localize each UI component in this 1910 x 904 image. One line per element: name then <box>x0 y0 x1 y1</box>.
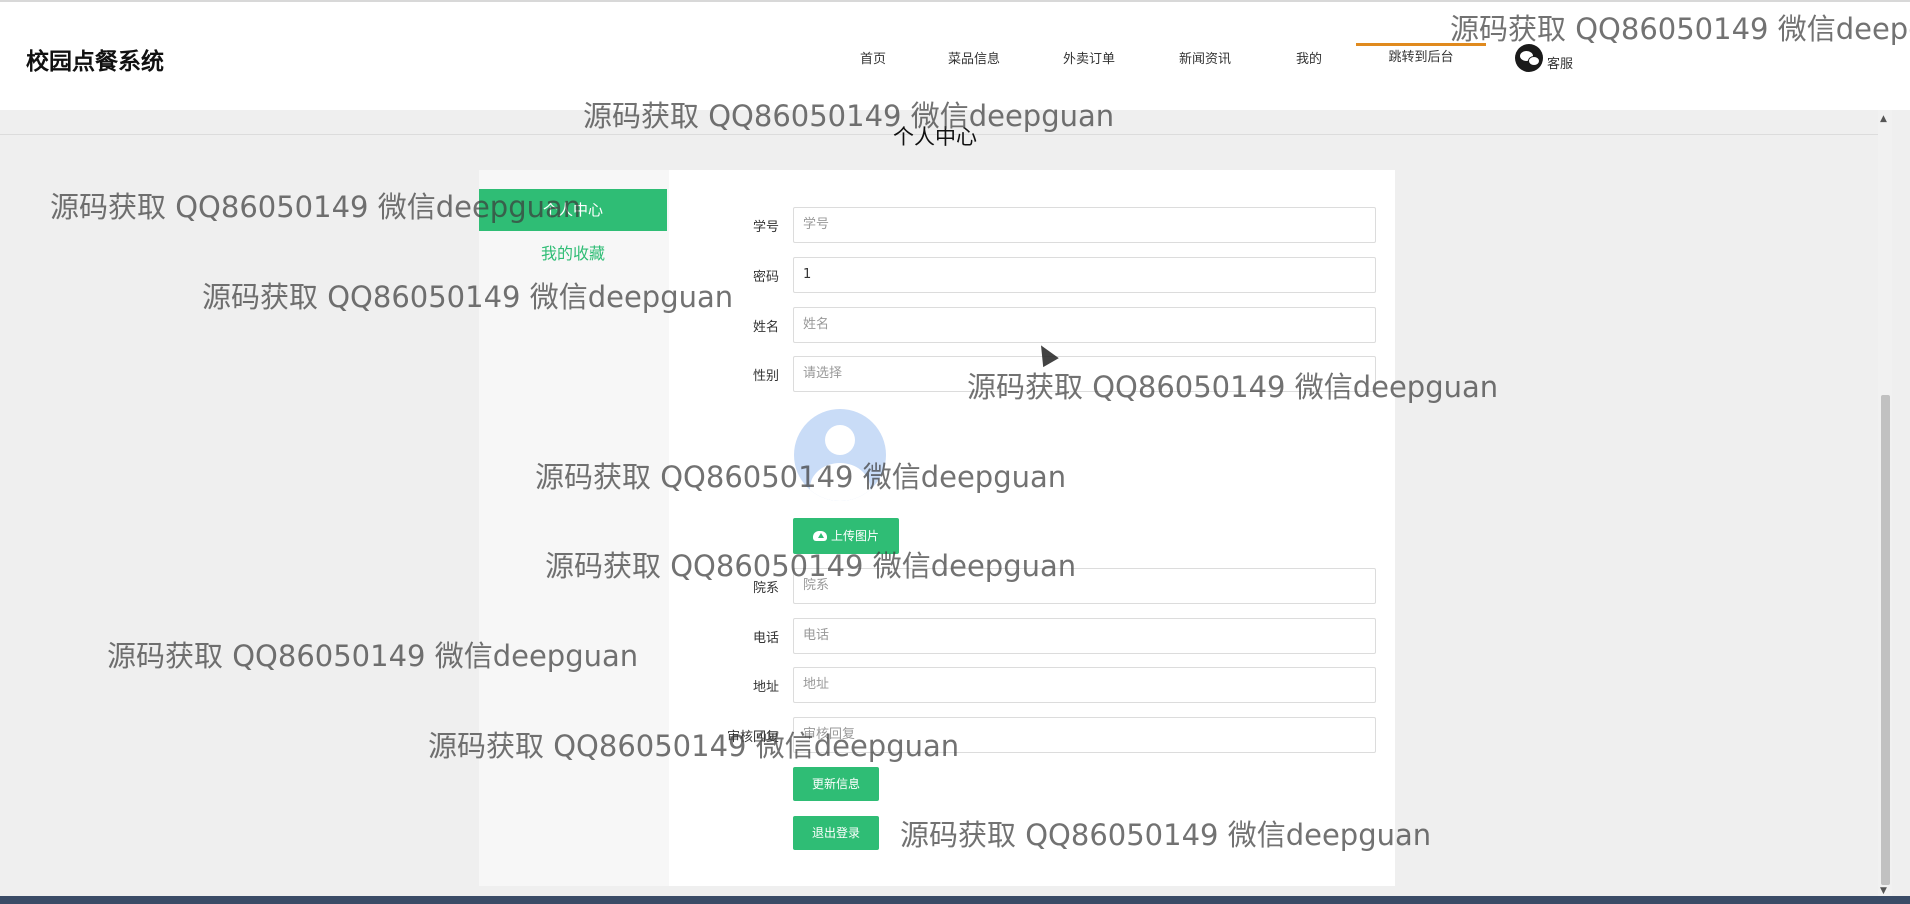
nav-mine[interactable]: 我的 <box>1296 48 1322 67</box>
address-input[interactable]: 地址 <box>793 667 1376 703</box>
logout-button[interactable]: 退出登录 <box>793 816 879 850</box>
upload-button-label: 上传图片 <box>830 529 879 543</box>
nav-news[interactable]: 新闻资讯 <box>1179 48 1231 67</box>
sidebar <box>479 170 669 886</box>
label-address: 地址 <box>752 680 779 695</box>
sidebar-item-favorites[interactable]: 我的收藏 <box>479 240 667 263</box>
scroll-up-arrow-icon[interactable]: ▲ <box>1880 114 1887 124</box>
update-info-button[interactable]: 更新信息 <box>793 767 879 801</box>
nav-delivery-orders[interactable]: 外卖订单 <box>1063 48 1115 67</box>
name-input[interactable]: 姓名 <box>793 307 1376 343</box>
customer-service[interactable]: 客服 <box>1515 44 1573 72</box>
nav-go-to-admin[interactable]: 跳转到后台 <box>1356 43 1486 65</box>
password-input[interactable]: 1 <box>793 257 1376 293</box>
label-review-reply: 审核回复 <box>726 730 779 745</box>
label-name: 姓名 <box>752 320 779 335</box>
scroll-down-arrow-icon[interactable]: ▼ <box>1880 886 1887 896</box>
wechat-icon <box>1515 44 1543 72</box>
department-input[interactable]: 院系 <box>793 568 1376 604</box>
student-id-input[interactable]: 学号 <box>793 207 1376 243</box>
upload-image-button[interactable]: 上传图片 <box>793 518 899 554</box>
label-student-id: 学号 <box>752 220 779 235</box>
service-label: 客服 <box>1547 56 1574 72</box>
label-password: 密码 <box>752 270 779 285</box>
sidebar-item-profile[interactable]: 个人中心 <box>479 189 667 231</box>
avatar-placeholder <box>794 409 886 501</box>
label-phone: 电话 <box>752 631 779 646</box>
review-reply-input[interactable]: 审核回复 <box>793 717 1376 753</box>
top-navbar: 校园点餐系统 首页 菜品信息 外卖订单 新闻资讯 我的 跳转到后台 客服 <box>0 0 1910 110</box>
label-gender: 性别 <box>752 369 779 384</box>
nav-home[interactable]: 首页 <box>860 48 886 67</box>
scrollbar-thumb[interactable] <box>1881 395 1890 885</box>
cloud-upload-icon <box>812 531 827 541</box>
gender-select[interactable]: 请选择 <box>793 356 1376 392</box>
nav-dishes[interactable]: 菜品信息 <box>948 48 1000 67</box>
site-brand[interactable]: 校园点餐系统 <box>26 42 164 76</box>
label-department: 院系 <box>752 581 779 596</box>
page-title: 个人中心 <box>893 125 977 149</box>
taskbar-strip <box>0 896 1910 904</box>
phone-input[interactable]: 电话 <box>793 618 1376 654</box>
